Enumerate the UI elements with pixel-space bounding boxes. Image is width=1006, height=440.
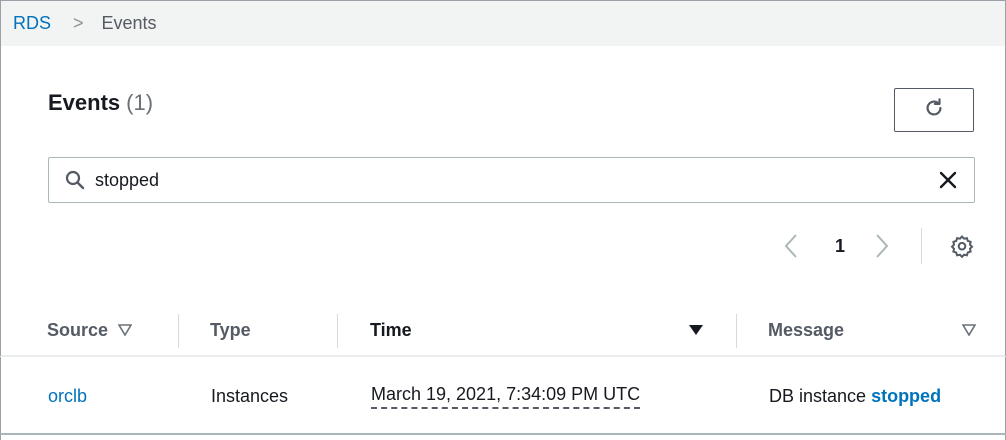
page-number[interactable]: 1 (835, 236, 845, 257)
chevron-right-icon[interactable] (870, 230, 894, 262)
breadcrumb: RDS > Events (0, 0, 1006, 46)
column-header-type-label: Type (210, 319, 251, 340)
column-divider[interactable] (178, 314, 179, 348)
row-type: Instances (211, 385, 289, 406)
pagination: 1 (779, 226, 974, 266)
gear-icon[interactable] (950, 234, 974, 258)
breadcrumb-rds-link[interactable]: RDS (13, 13, 51, 34)
search-field[interactable] (48, 157, 975, 203)
search-input[interactable] (95, 169, 938, 191)
row-message-highlight: stopped (871, 385, 942, 406)
row-message: DB instance stopped (769, 357, 941, 435)
panel-title-text: Events (48, 90, 121, 115)
row-time[interactable]: March 19, 2021, 7:34:09 PM UTC (371, 357, 641, 435)
column-header-message-label: Message (768, 319, 845, 340)
search-icon (65, 170, 85, 190)
sort-triangle-icon (118, 324, 133, 336)
refresh-button[interactable] (894, 88, 974, 132)
breadcrumb-current: Events (101, 13, 157, 33)
row-source-link[interactable]: orclb (48, 357, 87, 435)
row-message-text: DB instance (769, 385, 867, 406)
page-title: Events (1) (48, 90, 153, 116)
column-header-time[interactable]: Time (370, 304, 412, 356)
events-count: (1) (126, 90, 154, 115)
column-header-type: Type (210, 304, 251, 356)
sort-triangle-icon[interactable] (962, 324, 976, 336)
column-header-time-label: Time (370, 319, 412, 340)
column-divider[interactable] (736, 314, 737, 348)
refresh-icon (923, 97, 945, 124)
chevron-left-icon[interactable] (779, 230, 803, 262)
table-header-row: Source Type Time Message (0, 304, 1006, 356)
sort-descending-icon[interactable] (688, 324, 704, 336)
breadcrumb-separator: > (73, 13, 84, 33)
close-icon[interactable] (938, 170, 958, 190)
pagination-divider (921, 228, 923, 264)
column-header-message[interactable]: Message (768, 304, 844, 356)
table-row: orclb Instances March 19, 2021, 7:34:09 … (0, 357, 1006, 435)
column-header-source-label: Source (47, 319, 109, 340)
row-time-text: March 19, 2021, 7:34:09 PM UTC (371, 384, 641, 409)
column-header-source[interactable]: Source (47, 304, 133, 356)
column-divider[interactable] (337, 314, 338, 348)
